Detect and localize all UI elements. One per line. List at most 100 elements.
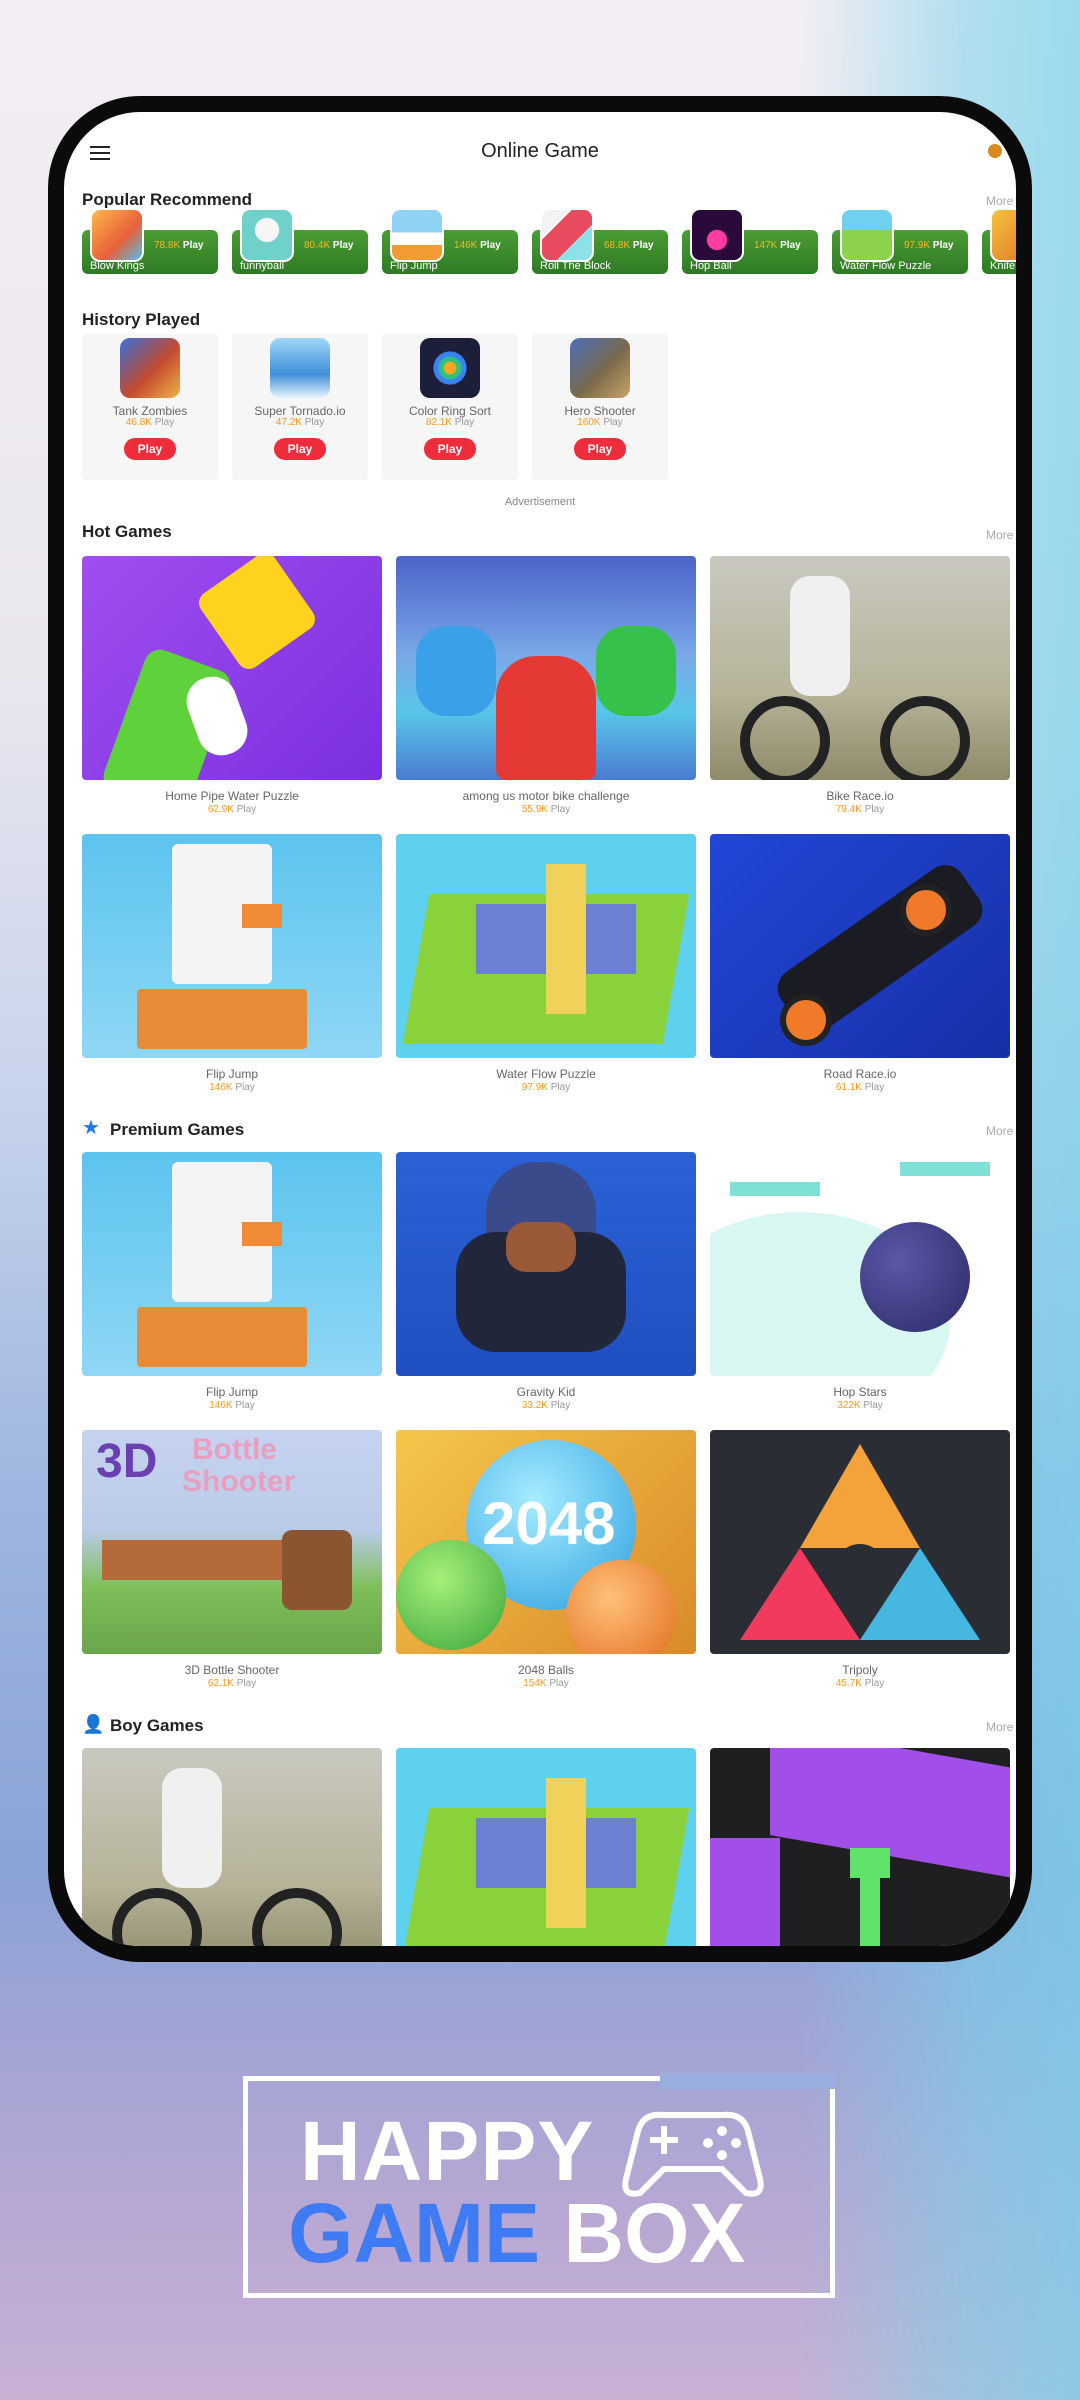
play-button[interactable]: Play xyxy=(574,438,626,460)
more-link-hot[interactable]: More xyxy=(986,528,1016,542)
play-count: 46.8K Play xyxy=(125,417,175,428)
thumbnail-text: 2048 xyxy=(482,1490,616,1557)
play-count: 79.4K Play xyxy=(835,804,885,815)
game-name: funnyball xyxy=(240,260,285,272)
popular-card[interactable]: 146K Play Flip Jump xyxy=(382,208,518,274)
game-thumbnail xyxy=(710,1152,1010,1376)
game-name: Water Flow Puzzle xyxy=(840,260,932,272)
game-thumbnail xyxy=(90,208,144,262)
popular-card[interactable]: 78.8K Play Blow Kings xyxy=(82,208,218,274)
game-name: Flip Jump xyxy=(205,1067,258,1081)
game-card[interactable]: 2048 2048 Balls 154K Play xyxy=(396,1430,696,1689)
game-name: Flip Jump xyxy=(390,260,438,272)
game-card[interactable]: Bike Race.io 79.4K Play xyxy=(710,556,1010,815)
game-name: among us motor bike challenge xyxy=(462,789,630,803)
game-card[interactable] xyxy=(396,1748,696,1946)
game-thumbnail xyxy=(420,338,480,398)
game-card[interactable]: Tripoly 45.7K Play xyxy=(710,1430,1010,1689)
history-card[interactable]: Tank Zombies 46.8K Play Play xyxy=(82,334,218,480)
star-icon: ★ xyxy=(82,1117,100,1139)
popular-card[interactable]: Knife xyxy=(982,208,1016,274)
thumbnail-text: 3D xyxy=(96,1435,158,1488)
game-name: Flip Jump xyxy=(205,1385,258,1399)
play-count: 160K Play xyxy=(577,417,623,428)
play-count: 82.1K Play xyxy=(425,417,475,428)
section-title-popular: Popular Recommend xyxy=(82,190,253,209)
thumbnail-text: Bottle xyxy=(192,1433,277,1466)
more-link-popular[interactable]: More xyxy=(986,194,1016,208)
section-title-boy: Boy Games xyxy=(110,1716,204,1735)
game-card[interactable]: Road Race.io 61.1K Play xyxy=(710,834,1010,1093)
game-thumbnail xyxy=(270,338,330,398)
game-thumbnail xyxy=(396,1152,696,1376)
play-count: 97.9K Play xyxy=(521,1082,571,1093)
game-name: Knife xyxy=(990,260,1016,272)
game-card[interactable]: Water Flow Puzzle 97.9K Play xyxy=(396,834,696,1093)
game-name: Hop Ball xyxy=(690,260,732,272)
game-thumbnail xyxy=(710,1430,1010,1654)
game-thumbnail xyxy=(120,338,180,398)
game-card[interactable]: Hop Stars 322K Play xyxy=(710,1152,1010,1411)
game-card[interactable] xyxy=(710,1748,1010,1946)
play-count: 62.9K Play xyxy=(207,804,257,815)
play-count: 33.2K Play xyxy=(521,1400,571,1411)
more-link-boy[interactable]: More xyxy=(986,1720,1016,1734)
page-title: Online Game xyxy=(481,140,599,162)
section-title-history: History Played xyxy=(82,310,201,329)
game-thumbnail xyxy=(396,834,696,1058)
play-count: 146K Play xyxy=(209,1082,255,1093)
play-count: 80.4K Play xyxy=(304,240,354,251)
more-link-premium[interactable]: More xyxy=(986,1124,1016,1138)
game-card[interactable]: Flip Jump 146K Play xyxy=(82,1152,382,1411)
game-thumbnail xyxy=(82,556,382,780)
user-icon[interactable] xyxy=(988,144,1002,158)
logo-notch xyxy=(660,2073,835,2089)
game-name: Color Ring Sort xyxy=(408,404,492,418)
game-thumbnail xyxy=(990,208,1016,262)
game-thumbnail xyxy=(396,556,696,780)
game-thumbnail xyxy=(82,1152,382,1376)
game-name: Hop Stars xyxy=(833,1385,887,1399)
app-screen: Online Game Popular Recommend More 78.8K… xyxy=(64,112,1016,1946)
section-title-premium: Premium Games xyxy=(110,1120,245,1139)
game-name: Gravity Kid xyxy=(516,1385,576,1399)
play-count: 78.8K Play xyxy=(154,240,204,251)
play-count: 68.8K Play xyxy=(604,240,654,251)
play-count: 147K Play xyxy=(754,240,801,251)
play-button[interactable]: Play xyxy=(124,438,176,460)
game-name: Roll The Block xyxy=(540,260,611,272)
game-thumbnail: 2048 xyxy=(396,1430,696,1654)
game-name: Road Race.io xyxy=(823,1067,897,1081)
game-card[interactable]: Flip Jump 146K Play xyxy=(82,834,382,1093)
game-thumbnail xyxy=(710,834,1010,1058)
game-thumbnail xyxy=(710,1748,1010,1946)
play-count: 47.2K Play xyxy=(275,417,325,428)
play-count: 146K Play xyxy=(209,1400,255,1411)
play-button[interactable]: Play xyxy=(424,438,476,460)
play-count: 61.1K Play xyxy=(835,1082,885,1093)
game-thumbnail: 3D Bottle Shooter xyxy=(82,1430,382,1654)
popular-card[interactable]: 97.9K Play Water Flow Puzzle xyxy=(832,208,968,274)
popular-list: 78.8K Play Blow Kings 80.4K Play funnyba… xyxy=(82,208,1016,298)
popular-card[interactable]: 147K Play Hop Ball xyxy=(682,208,818,274)
game-thumbnail xyxy=(690,208,744,262)
logo-text-happy: HAPPY xyxy=(300,2104,595,2198)
game-name: Super Tornado.io xyxy=(254,404,346,418)
history-card[interactable]: Hero Shooter 160K Play Play xyxy=(532,334,668,480)
history-card[interactable]: Super Tornado.io 47.2K Play Play xyxy=(232,334,368,480)
game-card[interactable] xyxy=(82,1748,382,1946)
logo-text-gamebox: GAME BOX xyxy=(288,2186,746,2280)
game-name: Tripoly xyxy=(842,1663,878,1677)
game-card[interactable]: Gravity Kid 33.2K Play xyxy=(396,1152,696,1411)
popular-card[interactable]: 68.8K Play Roll The Block xyxy=(532,208,668,274)
popular-card[interactable]: 80.4K Play funnyball xyxy=(232,208,368,274)
history-card[interactable]: Color Ring Sort 82.1K Play Play xyxy=(382,334,518,480)
game-card[interactable]: Home Pipe Water Puzzle 62.9K Play xyxy=(82,556,382,815)
game-card[interactable]: among us motor bike challenge 55.9K Play xyxy=(396,556,696,815)
play-button[interactable]: Play xyxy=(274,438,326,460)
app-logo: HAPPY GAME BOX xyxy=(243,2073,835,2298)
person-icon: 👤 xyxy=(82,1714,105,1734)
section-title-hot: Hot Games xyxy=(82,522,172,541)
play-count: 55.9K Play xyxy=(521,804,571,815)
game-card[interactable]: 3D Bottle Shooter 3D Bottle Shooter 62.1… xyxy=(82,1430,382,1689)
